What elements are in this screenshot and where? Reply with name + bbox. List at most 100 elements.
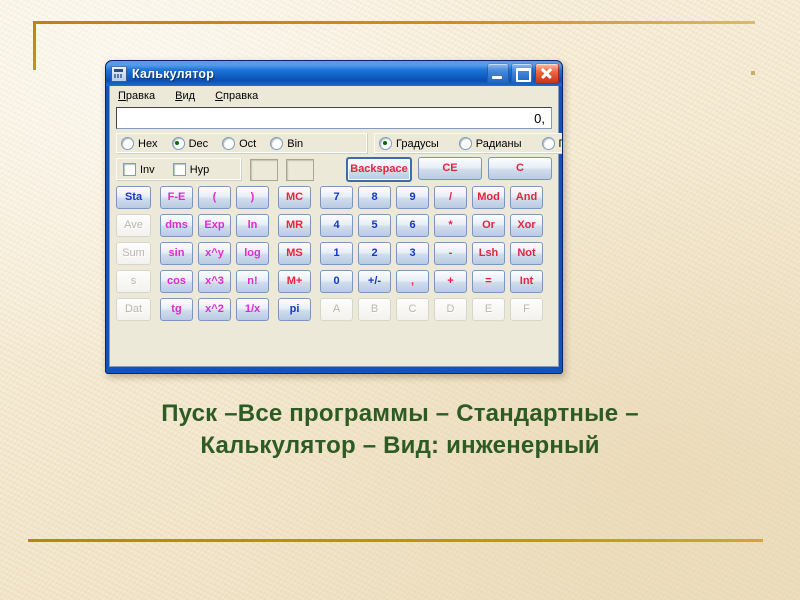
keypad-row: 7 8 9/Mod And bbox=[320, 186, 543, 209]
window-controls[interactable] bbox=[487, 63, 559, 84]
decor-rule-top bbox=[33, 21, 755, 24]
button-key-plus[interactable]: + bbox=[434, 270, 467, 293]
radio-icon bbox=[270, 137, 284, 150]
numeric-keypad[interactable]: 7 8 9/Mod And 4 5 6 * Or Xor 1 2 3- Lsh Not 0 +/-, + = Int A… bbox=[320, 186, 543, 362]
button-key-eq[interactable]: = bbox=[472, 270, 505, 293]
button-key-9[interactable]: 9 bbox=[396, 186, 429, 209]
button-ce[interactable]: CE bbox=[418, 157, 482, 180]
memory-column[interactable]: MC MR MS M+ pi bbox=[278, 186, 311, 362]
button-sci-sin[interactable]: sin bbox=[160, 242, 193, 265]
button-stat-sum: Sum bbox=[116, 242, 151, 265]
button-key-7[interactable]: 7 bbox=[320, 186, 353, 209]
scientific-block[interactable]: F-E() dms Exp ln sin x^y log cos x^3 n! tg x^2 1/x bbox=[160, 186, 269, 362]
button-sci-xpow2[interactable]: x^2 bbox=[198, 298, 231, 321]
radio-angle-грады[interactable]: Грады bbox=[541, 137, 562, 150]
button-mem-ms[interactable]: MS bbox=[278, 242, 311, 265]
button-sci-lparen[interactable]: ( bbox=[198, 186, 231, 209]
radio-label: Градусы bbox=[396, 137, 439, 150]
button-key-not[interactable]: Not bbox=[510, 242, 543, 265]
radio-icon bbox=[379, 137, 392, 150]
button-key-int[interactable]: Int bbox=[510, 270, 543, 293]
button-mem-mr[interactable]: MR bbox=[278, 214, 311, 237]
close-button[interactable] bbox=[535, 63, 559, 84]
angle-unit-group[interactable]: Градусы Радианы Грады bbox=[374, 133, 562, 154]
indicator-box-2 bbox=[286, 158, 314, 181]
menu-item-вид[interactable]: Вид bbox=[172, 89, 198, 103]
button-key-3[interactable]: 3 bbox=[396, 242, 429, 265]
button-key-comma[interactable]: , bbox=[396, 270, 429, 293]
button-key-6[interactable]: 6 bbox=[396, 214, 429, 237]
button-key-mul[interactable]: * bbox=[434, 214, 467, 237]
radio-angle-радианы[interactable]: Радианы bbox=[458, 137, 522, 150]
button-mem-mplus[interactable]: M+ bbox=[278, 270, 311, 293]
checkbox-hyp[interactable]: Hyp bbox=[172, 163, 209, 176]
window-titlebar[interactable]: Калькулятор bbox=[106, 61, 562, 86]
button-mem-pi[interactable]: pi bbox=[278, 298, 311, 321]
button-sci-exp[interactable]: Exp bbox=[198, 214, 231, 237]
button-sci-nfact[interactable]: n! bbox=[236, 270, 269, 293]
button-sci-ln[interactable]: ln bbox=[236, 214, 269, 237]
calculator-display[interactable]: 0, bbox=[116, 107, 552, 129]
button-key-b: B bbox=[358, 298, 391, 321]
clear-button-group[interactable]: Backspace CE C bbox=[346, 157, 552, 182]
button-sci-tg[interactable]: tg bbox=[160, 298, 193, 321]
keypad[interactable]: Sta Ave Sum s Dat F-E() dms Exp ln sin x^y log cos x… bbox=[116, 186, 552, 362]
button-sci-1divx[interactable]: 1/x bbox=[236, 298, 269, 321]
button-key-mod[interactable]: Mod bbox=[472, 186, 505, 209]
radio-base-hex[interactable]: Hex bbox=[121, 137, 158, 150]
button-mem-mc[interactable]: MC bbox=[278, 186, 311, 209]
button-sci-rparen[interactable]: ) bbox=[236, 186, 269, 209]
menu-item-правка[interactable]: Правка bbox=[115, 89, 158, 103]
checkbox-inv[interactable]: Inv bbox=[123, 163, 155, 176]
button-c[interactable]: C bbox=[488, 157, 552, 180]
button-key-plusdivminus[interactable]: +/- bbox=[358, 270, 391, 293]
button-key-a: A bbox=[320, 298, 353, 321]
button-key-div[interactable]: / bbox=[434, 186, 467, 209]
radio-label: Hex bbox=[138, 137, 158, 150]
minimize-button[interactable] bbox=[487, 63, 509, 84]
button-key-minus[interactable]: - bbox=[434, 242, 467, 265]
maximize-button[interactable] bbox=[511, 63, 533, 84]
keypad-row: sin x^y log bbox=[160, 242, 269, 265]
radio-label: Oct bbox=[239, 137, 257, 150]
slide-caption: Пуск –Все программы – Стандартные – Каль… bbox=[50, 398, 750, 461]
statistics-column[interactable]: Sta Ave Sum s Dat bbox=[116, 186, 151, 362]
button-key-8[interactable]: 8 bbox=[358, 186, 391, 209]
button-sci-dms[interactable]: dms bbox=[160, 214, 193, 237]
button-key-c: C bbox=[396, 298, 429, 321]
button-stat-dat: Dat bbox=[116, 298, 151, 321]
button-key-xor[interactable]: Xor bbox=[510, 214, 543, 237]
calculator-window[interactable]: Калькулятор Правка Вид Справка 0, Hex Dec Oc… bbox=[105, 60, 563, 374]
radio-icon bbox=[121, 137, 134, 150]
radio-label: Bin bbox=[287, 137, 304, 150]
button-sci-cos[interactable]: cos bbox=[160, 270, 193, 293]
button-key-or[interactable]: Or bbox=[472, 214, 505, 237]
button-key-1[interactable]: 1 bbox=[320, 242, 353, 265]
option-row-modifiers: Inv Hyp Backspace CE C bbox=[116, 157, 552, 182]
radio-base-bin[interactable]: Bin bbox=[270, 137, 303, 150]
number-base-group[interactable]: Hex Dec Oct Bin bbox=[116, 133, 368, 154]
keypad-row: tg x^2 1/x bbox=[160, 298, 269, 321]
button-sci-log[interactable]: log bbox=[236, 242, 269, 265]
radio-base-oct[interactable]: Oct bbox=[222, 137, 256, 150]
button-key-0[interactable]: 0 bbox=[320, 270, 353, 293]
button-backspace[interactable]: Backspace bbox=[346, 157, 412, 182]
button-key-and[interactable]: And bbox=[510, 186, 543, 209]
menu-bar[interactable]: Правка Вид Справка bbox=[110, 86, 558, 104]
button-sci-xpowy[interactable]: x^y bbox=[198, 242, 231, 265]
window-client-area: Правка Вид Справка 0, Hex Dec Oct Bin Градусы… bbox=[109, 86, 562, 367]
button-key-e: E bbox=[472, 298, 505, 321]
button-key-4[interactable]: 4 bbox=[320, 214, 353, 237]
button-sci-xpow3[interactable]: x^3 bbox=[198, 270, 231, 293]
button-key-5[interactable]: 5 bbox=[358, 214, 391, 237]
button-stat-sta[interactable]: Sta bbox=[116, 186, 151, 209]
decor-rule-left bbox=[33, 21, 36, 70]
radio-angle-градусы[interactable]: Градусы bbox=[379, 137, 439, 150]
button-key-2[interactable]: 2 bbox=[358, 242, 391, 265]
button-key-lsh[interactable]: Lsh bbox=[472, 242, 505, 265]
radio-base-dec[interactable]: Dec bbox=[171, 137, 208, 150]
button-sci-fminuse[interactable]: F-E bbox=[160, 186, 193, 209]
modifier-group[interactable]: Inv Hyp bbox=[116, 158, 242, 181]
menu-item-справка[interactable]: Справка bbox=[212, 89, 261, 103]
radio-icon bbox=[171, 137, 185, 150]
